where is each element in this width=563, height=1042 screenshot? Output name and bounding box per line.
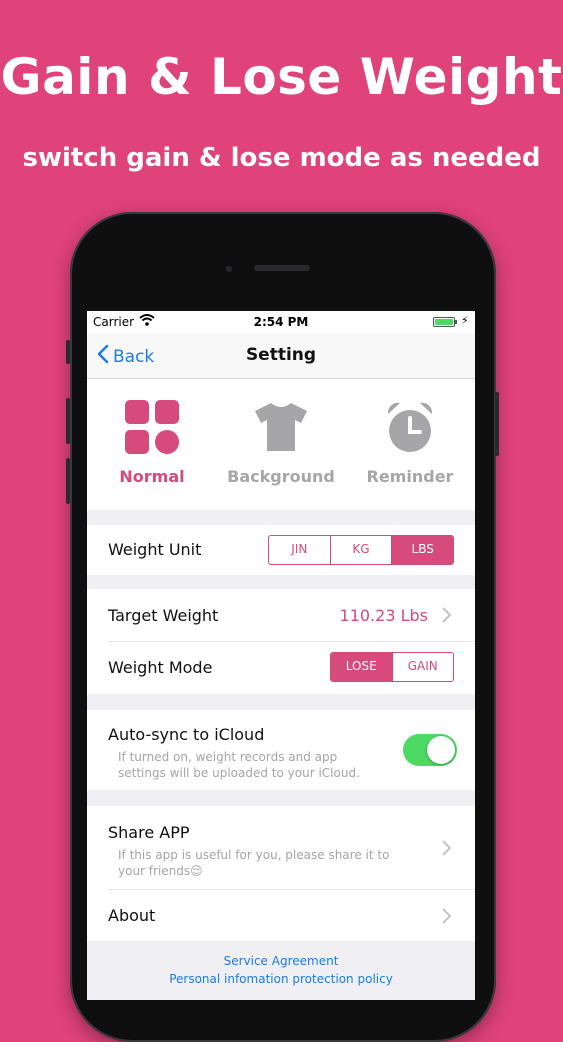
- mute-switch: [66, 340, 70, 364]
- navigation-bar: Back Setting: [87, 333, 475, 379]
- weight-unit-section: Weight Unit JIN KG LBS: [87, 525, 475, 575]
- weight-mode-segmented-control: LOSE GAIN: [330, 652, 454, 682]
- app-screen: Carrier 2:54 PM ⚡ Back Setting Normal Ba…: [87, 311, 475, 1000]
- share-about-section: Share APP If this app is useful for you,…: [87, 806, 475, 941]
- about-row[interactable]: About: [87, 889, 475, 941]
- chevron-right-icon: [442, 607, 452, 627]
- share-app-row[interactable]: Share APP If this app is useful for you,…: [87, 806, 475, 889]
- weight-unit-label: Weight Unit: [108, 540, 202, 559]
- unit-option-kg[interactable]: KG: [329, 536, 392, 564]
- share-app-description: If this app is useful for you, please sh…: [118, 847, 418, 879]
- target-weight-row[interactable]: Target Weight 110.23 Lbs: [87, 589, 475, 641]
- status-time: 2:54 PM: [253, 315, 309, 329]
- charging-icon: ⚡: [461, 314, 469, 327]
- volume-up-button: [66, 398, 70, 444]
- tshirt-icon: [253, 401, 309, 457]
- target-weight-label: Target Weight: [108, 606, 219, 625]
- share-app-description-line2: your friends😌: [118, 864, 203, 878]
- weight-mode-row: Weight Mode LOSE GAIN: [87, 641, 475, 694]
- auto-sync-label: Auto-sync to iCloud: [108, 725, 265, 744]
- unit-option-lbs[interactable]: LBS: [391, 536, 453, 564]
- page-title: Setting: [245, 345, 317, 365]
- battery-icon: [433, 317, 457, 327]
- weight-unit-segmented-control: JIN KG LBS: [268, 535, 454, 565]
- footer-links: Service Agreement Personal infomation pr…: [87, 952, 475, 988]
- chevron-right-icon: [442, 908, 452, 928]
- privacy-policy-link[interactable]: Personal infomation protection policy: [87, 970, 475, 988]
- auto-sync-section: Auto-sync to iCloud If turned on, weight…: [87, 710, 475, 790]
- share-app-description-line1: If this app is useful for you, please sh…: [118, 848, 390, 862]
- share-app-label: Share APP: [108, 823, 190, 842]
- weight-mode-label: Weight Mode: [108, 658, 213, 677]
- mode-reminder-label: Reminder: [366, 467, 454, 486]
- mode-reminder[interactable]: Reminder: [345, 401, 475, 486]
- toggle-knob: [427, 736, 455, 764]
- status-bar: Carrier 2:54 PM ⚡: [87, 311, 475, 333]
- promo-headline: Gain & Lose Weight: [0, 48, 563, 106]
- service-agreement-link[interactable]: Service Agreement: [87, 952, 475, 970]
- promo-subline: switch gain & lose mode as needed: [22, 143, 541, 173]
- grid-icon: [125, 400, 179, 458]
- mode-selector: Normal Background Reminder: [87, 379, 475, 510]
- front-camera: [226, 266, 232, 272]
- volume-down-button: [66, 458, 70, 504]
- power-button: [495, 392, 499, 456]
- mode-background-label: Background: [227, 467, 335, 486]
- mode-background[interactable]: Background: [216, 401, 346, 486]
- chevron-right-icon: [442, 840, 452, 860]
- auto-sync-toggle[interactable]: [403, 734, 457, 766]
- auto-sync-description-line1: If turned on, weight records and app: [118, 750, 338, 764]
- mode-option-gain[interactable]: GAIN: [391, 653, 454, 681]
- target-section: Target Weight 110.23 Lbs Weight Mode LOS…: [87, 589, 475, 694]
- mode-normal-label: Normal: [119, 467, 185, 486]
- about-label: About: [108, 906, 156, 925]
- mode-normal[interactable]: Normal: [87, 400, 217, 486]
- earpiece-speaker: [254, 265, 310, 271]
- mode-option-lose[interactable]: LOSE: [331, 653, 392, 681]
- auto-sync-description: If turned on, weight records and app set…: [118, 749, 418, 781]
- auto-sync-description-line2: settings will be uploaded to your iCloud…: [118, 766, 360, 780]
- alarm-clock-icon: [384, 400, 436, 458]
- target-weight-value: 110.23 Lbs: [339, 606, 428, 625]
- unit-option-jin[interactable]: JIN: [269, 536, 330, 564]
